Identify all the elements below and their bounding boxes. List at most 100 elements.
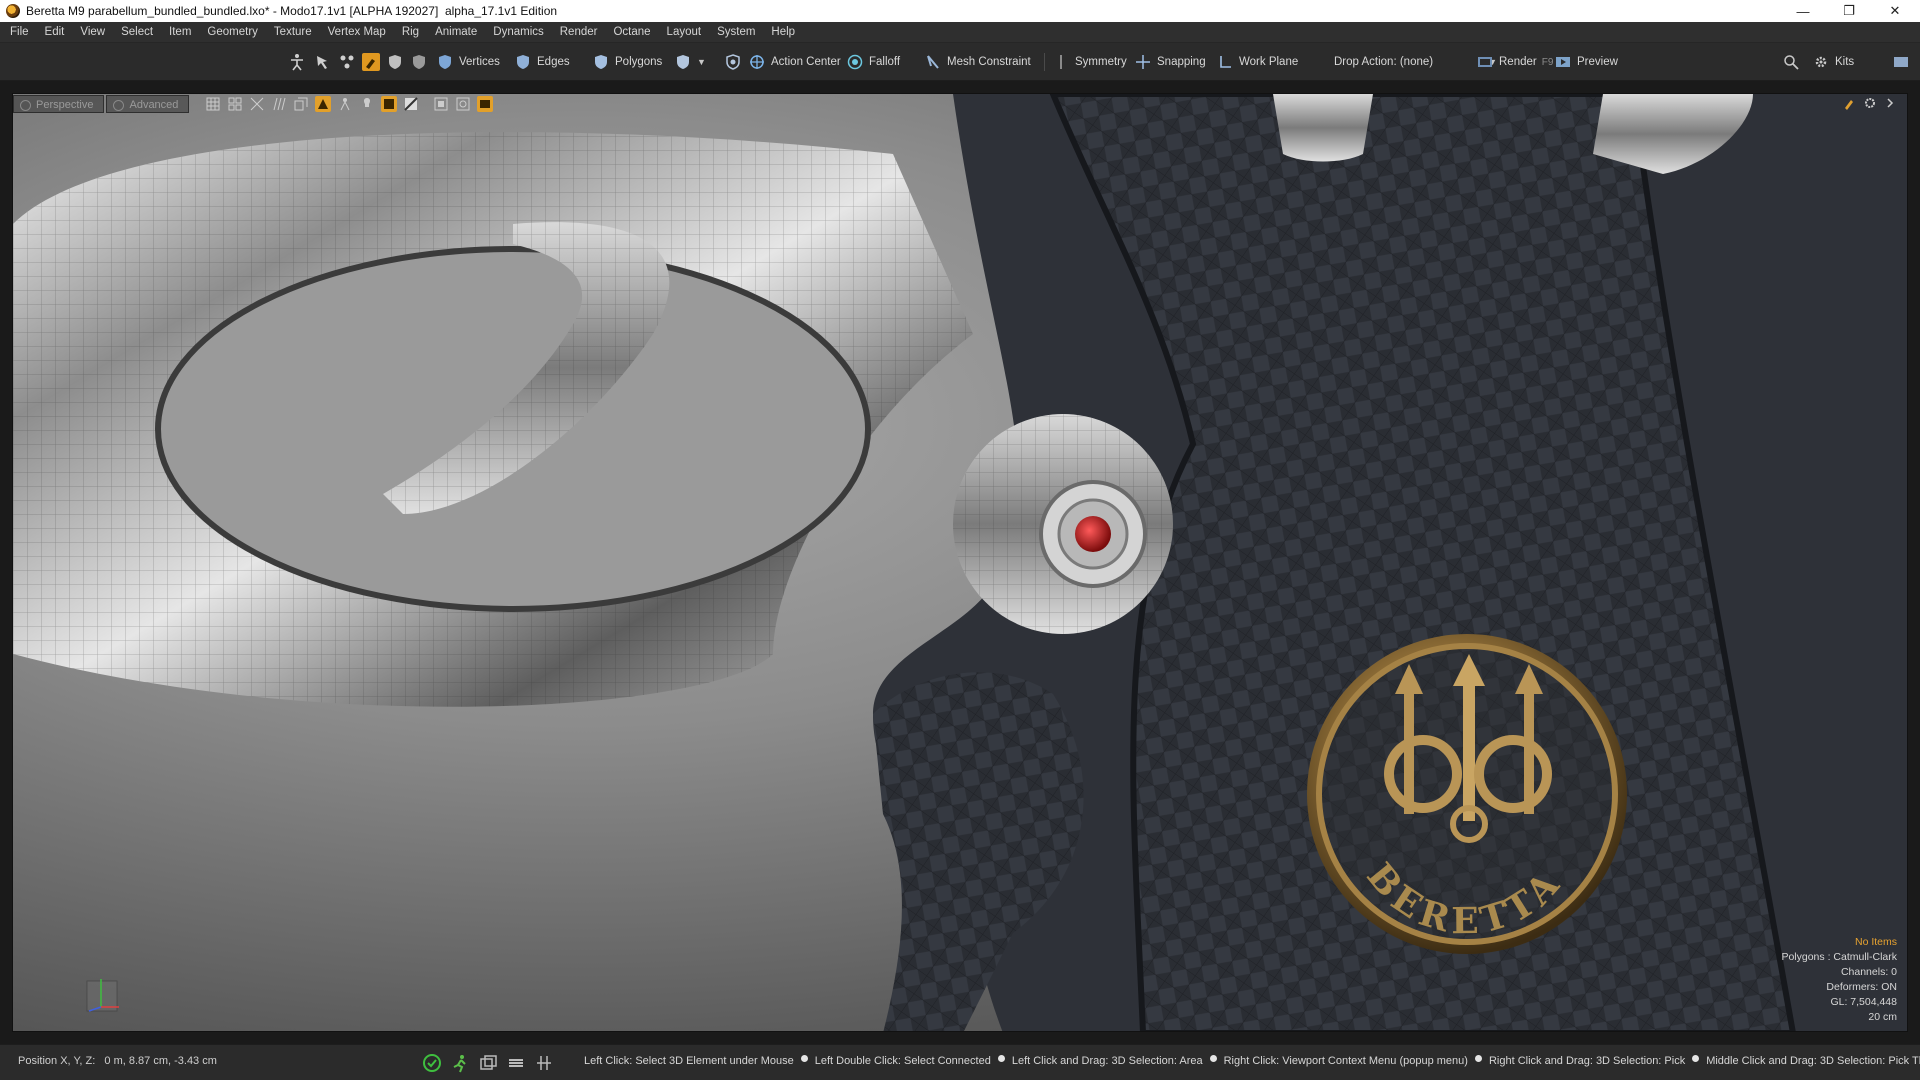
snapping-button[interactable]: Snapping [1134,51,1206,73]
wireframe-button[interactable] [249,96,265,112]
work-plane-button[interactable]: Work Plane [1216,51,1298,73]
viewport-header: Perspective Advanced [13,94,553,114]
pivot-mode-button[interactable] [314,51,332,73]
shield-mode-button[interactable] [386,51,404,73]
close-button[interactable]: ✕ [1872,0,1918,22]
center-mode-button[interactable] [338,51,356,73]
action-center-button[interactable]: Action Center [748,51,841,73]
menu-render[interactable]: Render [552,22,606,43]
running-figure-icon[interactable] [450,1053,470,1073]
hatch-button[interactable] [271,96,287,112]
bars-icon[interactable] [506,1053,526,1073]
falloff-button[interactable]: Falloff [846,51,900,73]
split-icon[interactable] [534,1053,554,1073]
kits-button[interactable]: Kits [1812,51,1854,73]
action-center-label: Action Center [771,56,841,68]
layout-grid-button[interactable] [227,96,243,112]
hint-left-drag: Left Click and Drag: 3D Selection: Area [1011,1055,1203,1067]
menu-file[interactable]: File [0,22,37,43]
item-mode-button[interactable] [288,51,306,73]
texture-button[interactable] [381,96,398,112]
modo-app-icon [6,4,20,18]
copy-icon [294,97,308,111]
render-button[interactable]: Render F9 [1476,51,1553,73]
gl-count: GL: 7,504,448 [1830,996,1897,1008]
work-plane-icon [1216,53,1234,71]
tab-perspective[interactable]: Perspective [13,95,105,113]
edges-icon [514,53,532,71]
chevron-down-icon[interactable]: ▼ [697,57,706,67]
grid-view-button[interactable] [205,96,221,112]
menu-help[interactable]: Help [763,22,803,43]
selection-status: No Items [1854,936,1897,948]
menu-texture[interactable]: Texture [266,22,320,43]
menu-item[interactable]: Item [161,22,199,43]
drop-action-dropdown[interactable]: Drop Action: (none) ▼ [1334,51,1497,73]
preview-button[interactable]: Preview [1554,51,1618,73]
menu-bar: File Edit View Select Item Geometry Text… [0,22,1920,43]
materials-mode-button[interactable]: ▼ [674,51,706,73]
gear-icon [1812,53,1830,71]
target-button[interactable] [455,96,471,112]
menu-octane[interactable]: Octane [605,22,658,43]
tab-advanced[interactable]: Advanced [106,95,190,113]
mesh-mode-button[interactable] [724,51,742,73]
edges-button[interactable]: Edges [514,51,570,73]
light-button[interactable] [359,96,375,112]
check-icon[interactable] [422,1053,442,1073]
shield-icon [674,53,692,71]
shield-mode-2-button[interactable] [410,51,428,73]
menu-layout[interactable]: Layout [659,22,710,43]
symmetry-icon [1052,53,1070,71]
search-button[interactable] [1782,51,1800,73]
minimize-button[interactable]: — [1780,0,1826,22]
snap-icon [1134,53,1152,71]
hint-separator-dot [997,1055,1005,1062]
mesh-constraint-label: Mesh Constraint [947,56,1031,68]
polygons-icon [592,53,610,71]
mouse-hints: Left Click: Select 3D Element under Mous… [584,1055,1920,1067]
pointer-icon [314,53,332,71]
shading-button[interactable] [315,96,332,112]
channels-count: Channels: 0 [1840,966,1897,978]
slide-stop [1273,94,1373,162]
symmetry-label: Symmetry [1075,56,1127,68]
frame-button[interactable] [433,96,449,112]
slash-button[interactable] [403,96,419,112]
copy-view-button[interactable] [293,96,309,112]
vertices-button[interactable]: Vertices [436,51,500,73]
menu-select[interactable]: Select [113,22,161,43]
brush-icon[interactable] [1843,96,1857,110]
target-icon [456,97,470,111]
hint-separator-dot [1474,1055,1482,1062]
window-icon[interactable] [478,1053,498,1073]
falloff-label: Falloff [869,56,901,68]
pistol-render: BERETTA [13,94,1907,1031]
render-label: Render [1499,56,1537,68]
layout-toggle-button[interactable] [1892,51,1910,73]
figure-icon [288,53,306,71]
polygons-button[interactable]: Polygons [592,51,662,73]
3d-viewport[interactable]: BERETTA Perspective Advanced No Items Po… [12,93,1908,1032]
menu-vertex-map[interactable]: Vertex Map [320,22,394,43]
chevron-right-icon[interactable] [1883,96,1897,110]
constraint-icon [924,53,942,71]
menu-animate[interactable]: Animate [427,22,485,43]
menu-geometry[interactable]: Geometry [199,22,266,43]
material-mode-button[interactable] [362,51,380,73]
symmetry-button[interactable]: Symmetry [1052,51,1127,73]
menu-rig[interactable]: Rig [394,22,427,43]
mesh-constraint-button[interactable]: Mesh Constraint [924,51,1031,73]
menu-view[interactable]: View [72,22,113,43]
gear-icon[interactable] [1863,96,1877,110]
hint-separator-dot [1209,1055,1217,1062]
menu-dynamics[interactable]: Dynamics [485,22,551,43]
figure-button[interactable] [337,96,353,112]
menu-system[interactable]: System [709,22,763,43]
hint-right-click: Right Click: Viewport Context Menu (popu… [1223,1055,1468,1067]
viewport-options [1843,96,1897,110]
menu-edit[interactable]: Edit [37,22,73,43]
kits-label: Kits [1835,56,1855,68]
restore-button[interactable]: ❐ [1826,0,1872,22]
camera-button[interactable] [477,96,494,112]
